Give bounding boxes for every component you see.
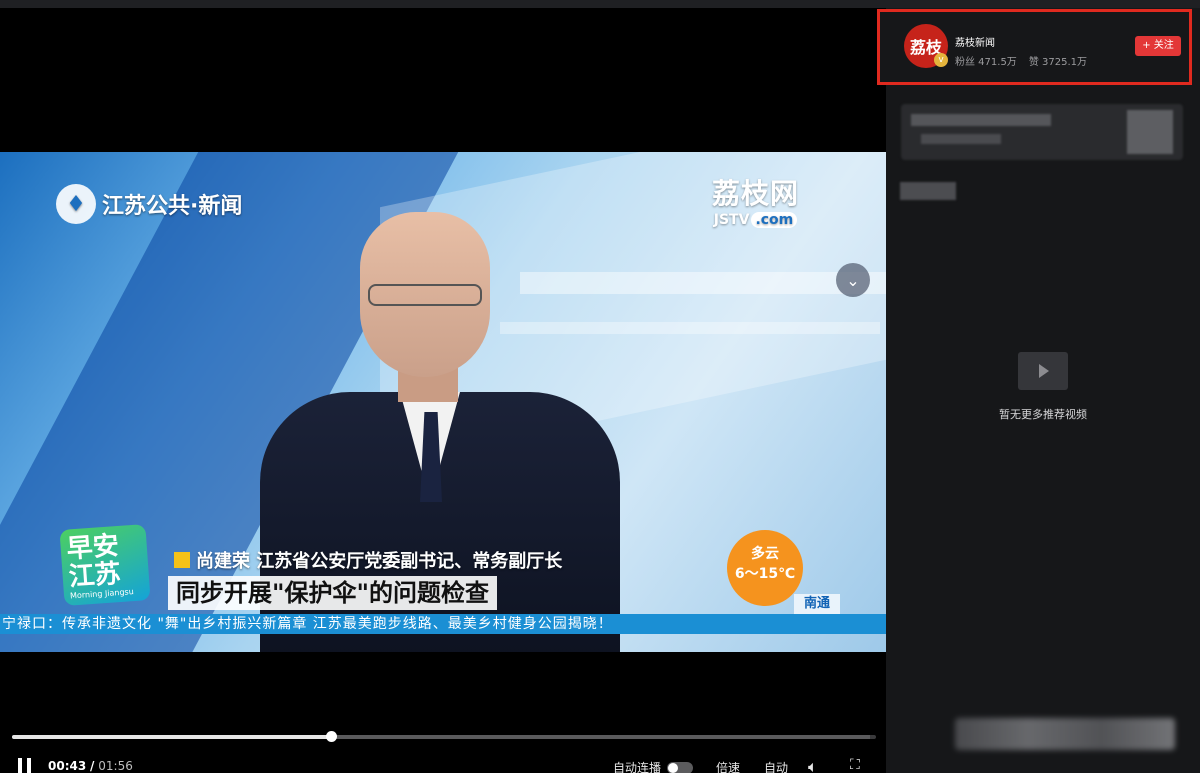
volume-icon[interactable]: 🔈︎	[808, 757, 818, 773]
author-card: 荔枝 v 荔枝新闻 粉丝 471.5万 赞 3725.1万 + 关注	[877, 9, 1192, 85]
jstv-watermark: 荔枝网 JSTV .com	[712, 172, 799, 228]
channel-logo-text: 江苏公共·新闻	[102, 194, 243, 219]
weather-temperature: 6～15℃	[734, 566, 796, 582]
follow-button[interactable]: + 关注	[1135, 36, 1181, 56]
progress-bar[interactable]	[12, 731, 876, 742]
weather-city: 南通	[794, 594, 840, 614]
watermark-jstv: JSTV	[713, 212, 750, 228]
video-player[interactable]: ♦ 江苏公共·新闻 荔枝网 JSTV .com 早安江苏 Morning Jian…	[0, 8, 886, 773]
speaker-caption: 尚建荣 江苏省公安厅党委副书记、常务副厅长	[174, 547, 562, 573]
weather-badge: 多云 6～15℃	[727, 530, 803, 606]
player-controls: 00:43 / 01:56 自动连播 倍速 自动 🔈︎ ⛶	[0, 748, 886, 773]
total-time: 01:56	[98, 759, 133, 773]
top-bar	[0, 0, 1200, 8]
caption-marker-icon	[174, 552, 190, 568]
empty-recommendations: 暂无更多推荐视频	[886, 352, 1200, 422]
channel-logo-icon: ♦	[56, 184, 96, 224]
news-headline: 同步开展"保护伞"的问题检查	[168, 576, 498, 610]
weather-condition: 多云	[751, 546, 779, 562]
author-stats: 粉丝 471.5万 赞 3725.1万	[955, 53, 1087, 68]
verified-badge-icon: v	[934, 53, 948, 67]
autoplay-toggle[interactable]	[667, 761, 694, 773]
channel-logo: ♦ 江苏公共·新闻	[56, 184, 242, 224]
show-badge-title: 早安江苏	[65, 531, 122, 593]
blurred-watermark	[955, 718, 1175, 750]
empty-message: 暂无更多推荐视频	[999, 408, 1087, 421]
news-ticker: 宁禄口：传承非遗文化 "舞"出乡村振兴新篇章 江苏最美跑步线路、最美乡村健身公园…	[0, 614, 886, 634]
autoplay-control[interactable]: 自动连播	[613, 759, 694, 773]
progress-played	[12, 735, 332, 739]
autoplay-label: 自动连播	[613, 761, 662, 773]
blurred-recommendation[interactable]	[901, 104, 1183, 160]
show-badge: 早安江苏 Morning Jiangsu	[59, 524, 151, 606]
fullscreen-icon[interactable]: ⛶	[850, 757, 860, 773]
current-time: 00:43	[48, 759, 87, 773]
video-frame[interactable]: ♦ 江苏公共·新闻 荔枝网 JSTV .com 早安江苏 Morning Jian…	[0, 152, 886, 652]
blurred-tag	[900, 182, 956, 200]
progress-handle[interactable]	[326, 731, 337, 742]
likes-count: 赞 3725.1万	[1028, 57, 1087, 68]
progress-buffered	[332, 735, 870, 739]
fans-count: 粉丝 471.5万	[955, 57, 1017, 68]
author-name[interactable]: 荔枝新闻	[955, 34, 995, 49]
pause-icon[interactable]	[18, 758, 32, 773]
chevron-down-icon[interactable]: ⌄	[836, 263, 870, 297]
speed-button[interactable]: 倍速	[716, 759, 740, 773]
time-separator: /	[90, 759, 95, 773]
play-placeholder-icon	[1018, 352, 1068, 390]
watermark-title: 荔枝网	[712, 177, 800, 210]
watermark-com: .com	[751, 212, 798, 228]
quality-button[interactable]: 自动	[764, 759, 788, 773]
speaker-caption-text: 尚建荣 江苏省公安厅党委副书记、常务副厅长	[196, 551, 563, 572]
video-page: ♦ 江苏公共·新闻 荔枝网 JSTV .com 早安江苏 Morning Jian…	[0, 0, 1200, 773]
time-display: 00:43 / 01:56	[48, 759, 133, 773]
